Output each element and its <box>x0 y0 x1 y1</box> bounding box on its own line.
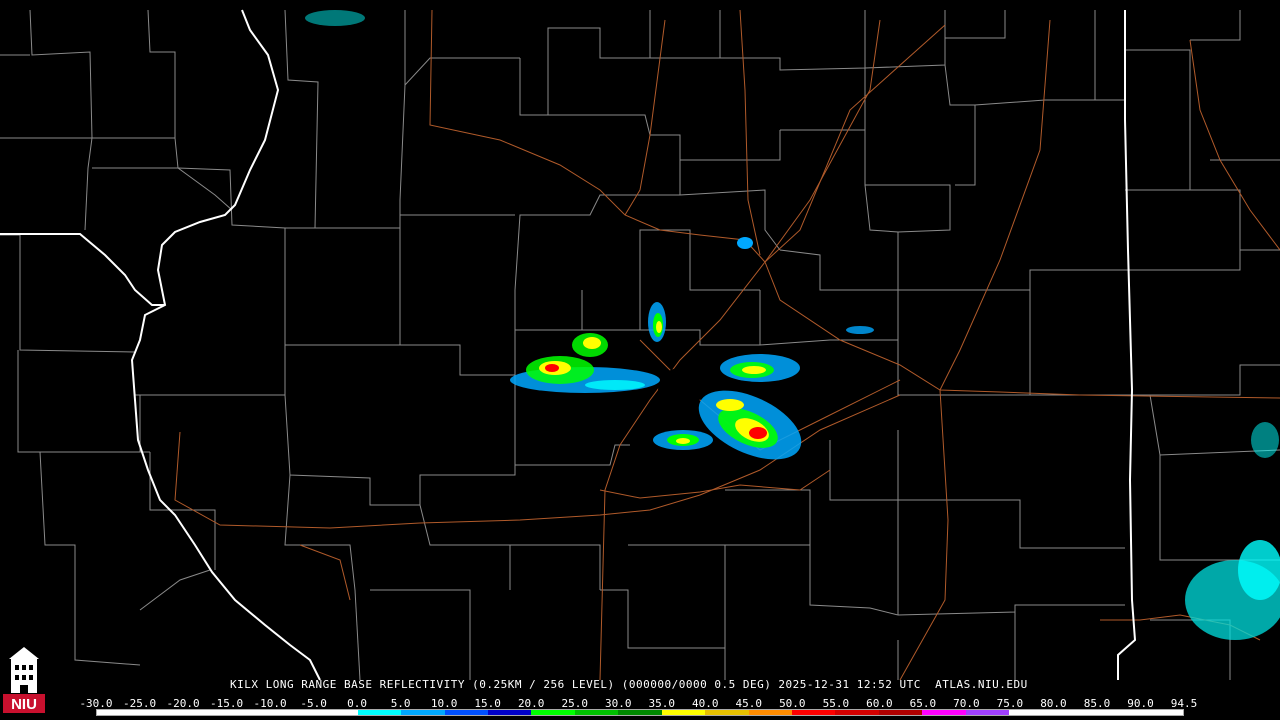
scale-swatch <box>792 710 836 715</box>
product-title: KILX LONG RANGE BASE REFLECTIVITY (0.25K… <box>230 678 1028 691</box>
scale-swatch <box>835 710 879 715</box>
scale-swatch <box>97 710 141 715</box>
scale-swatch <box>878 710 923 715</box>
scale-swatch <box>1096 710 1140 715</box>
scale-swatch <box>1139 710 1183 715</box>
scale-swatch <box>965 710 1010 715</box>
scale-swatch <box>183 710 228 715</box>
scale-swatch <box>314 710 358 715</box>
scale-swatch <box>1052 710 1097 715</box>
scale-swatch <box>661 710 706 715</box>
scale-swatch <box>922 710 966 715</box>
scale-swatch <box>401 710 445 715</box>
scale-swatch <box>444 710 488 715</box>
scale-swatch <box>531 710 575 715</box>
scale-swatch <box>487 710 532 715</box>
radar-map <box>0 0 1280 720</box>
niu-logo: NIU <box>3 645 45 717</box>
scale-swatch <box>140 710 184 715</box>
scale-swatch <box>1009 710 1053 715</box>
scale-swatch <box>227 710 271 715</box>
color-scale-bar <box>96 709 1184 716</box>
color-scale-labels: -30.0 -25.0 -20.0 -15.0 -10.0 -5.0 0.0 5.0 10.0 1… <box>79 697 1197 710</box>
scale-swatch <box>357 710 402 715</box>
scale-swatch <box>705 710 749 715</box>
scale-swatch <box>748 710 792 715</box>
logo-text: NIU <box>11 696 37 713</box>
scale-swatch <box>270 710 315 715</box>
scale-swatch <box>574 710 619 715</box>
scale-swatch <box>618 710 662 715</box>
